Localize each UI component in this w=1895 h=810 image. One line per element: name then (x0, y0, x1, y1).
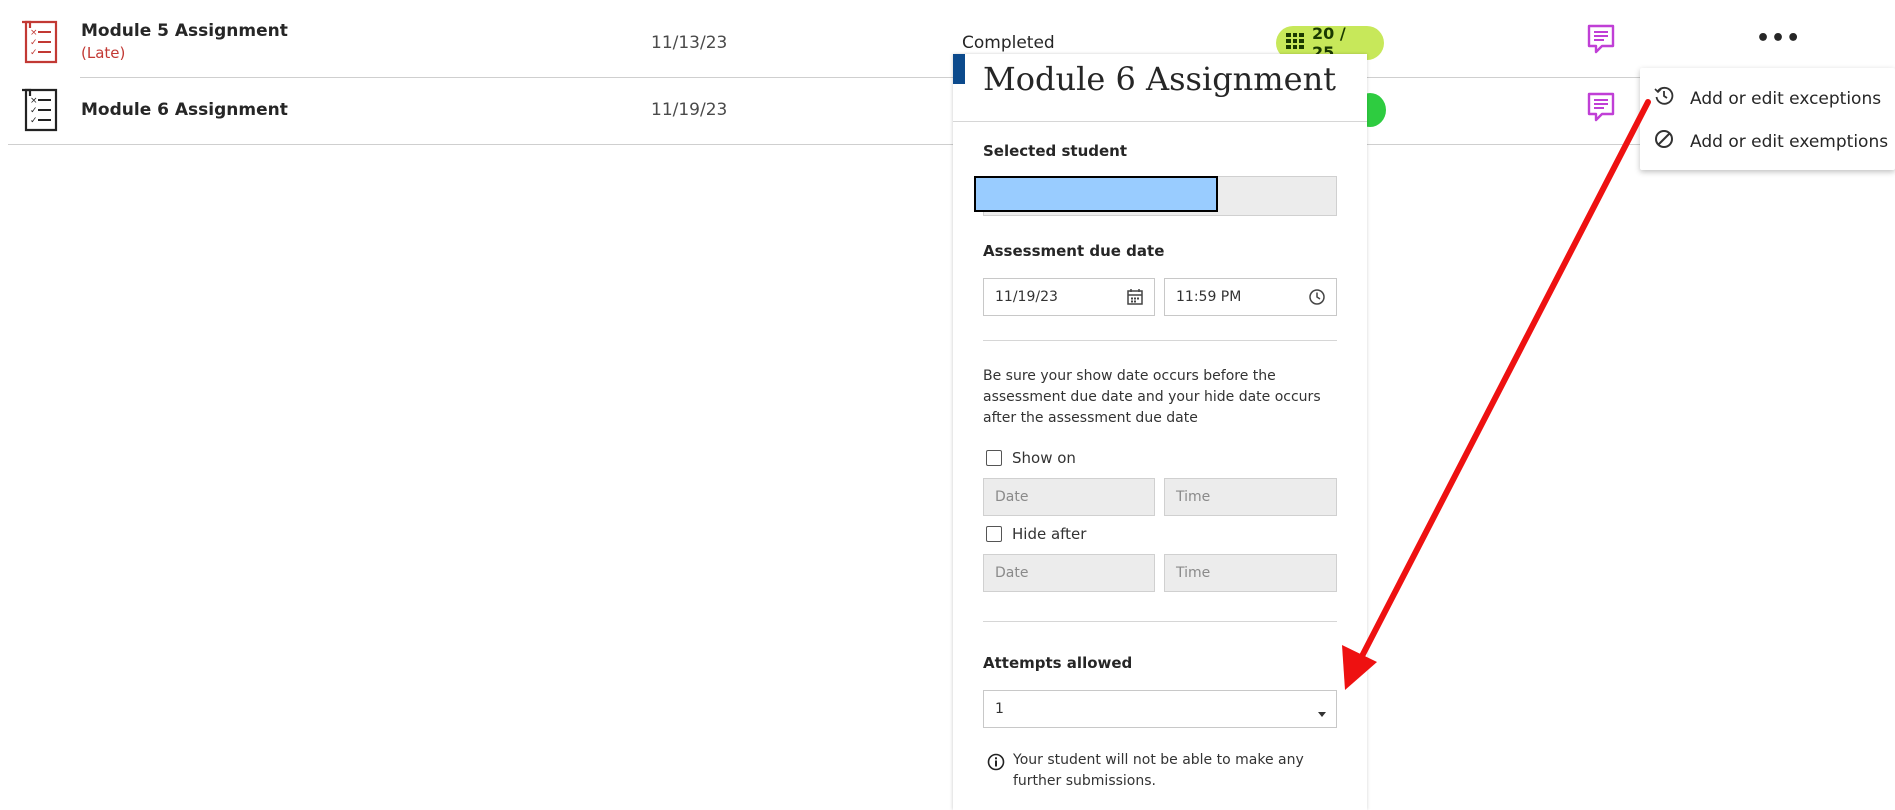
history-icon (1654, 86, 1674, 111)
show-on-date-placeholder: Date (995, 489, 1029, 505)
svg-text:✓: ✓ (30, 48, 38, 58)
menu-item-add-edit-exemptions[interactable]: Add or edit exemptions (1654, 129, 1888, 154)
hide-after-date-input: Date (983, 554, 1155, 592)
show-on-checkbox[interactable] (986, 450, 1002, 466)
info-icon (987, 753, 1005, 776)
due-date-label: Assessment due date (983, 242, 1165, 260)
show-on-date-input: Date (983, 478, 1155, 516)
due-time-input[interactable]: 11:59 PM (1164, 278, 1337, 316)
hide-after-checkbox[interactable] (986, 526, 1002, 542)
attempts-allowed-value: 1 (995, 701, 1004, 717)
module-5-status: Completed (962, 33, 1055, 53)
svg-text:×: × (30, 28, 38, 38)
due-date-value: 11/19/23 (995, 289, 1058, 305)
hide-after-time-placeholder: Time (1176, 565, 1211, 581)
row-divider (8, 144, 1895, 145)
late-label: (Late) (81, 44, 126, 62)
hide-after-date-placeholder: Date (995, 565, 1029, 581)
section-divider (983, 621, 1337, 622)
module-5-due-date: 11/13/23 (651, 33, 728, 53)
more-options-menu: Add or edit exceptions Add or edit exemp… (1640, 68, 1895, 170)
hide-after-time-input: Time (1164, 554, 1337, 592)
more-options-icon[interactable]: ••• (1756, 26, 1801, 51)
exception-panel: Module 6 Assignment Selected student Ass… (953, 54, 1367, 810)
svg-text:✓: ✓ (30, 38, 38, 48)
panel-title: Module 6 Assignment (983, 60, 1337, 98)
svg-text:×: × (30, 96, 38, 106)
visibility-help-text: Be sure your show date occurs before the… (983, 368, 1321, 426)
prohibited-icon (1654, 129, 1674, 154)
assignment-late-icon: × ✓ ✓ (20, 18, 60, 66)
hide-after-label: Hide after (1012, 525, 1087, 543)
section-divider (983, 340, 1337, 341)
clock-icon[interactable] (1308, 288, 1326, 310)
redacted-student-name (974, 176, 1218, 212)
show-on-label: Show on (1012, 449, 1076, 467)
attempts-allowed-select[interactable]: 1 (983, 690, 1337, 728)
module-6-due-date: 11/19/23 (651, 100, 728, 120)
menu-item-label: Add or edit exemptions (1690, 131, 1889, 152)
menu-item-add-edit-exceptions[interactable]: Add or edit exceptions (1654, 86, 1881, 111)
menu-item-label: Add or edit exceptions (1690, 88, 1882, 109)
feedback-icon[interactable] (1587, 24, 1615, 54)
selected-student-label: Selected student (983, 142, 1128, 160)
show-on-time-input: Time (1164, 478, 1337, 516)
calendar-icon[interactable] (1126, 288, 1144, 310)
caret-down-icon (1318, 706, 1326, 722)
due-date-input[interactable]: 11/19/23 (983, 278, 1155, 316)
feedback-icon[interactable] (1587, 92, 1615, 122)
svg-text:✓: ✓ (30, 116, 38, 126)
attempts-allowed-label: Attempts allowed (983, 654, 1133, 672)
due-time-value: 11:59 PM (1176, 289, 1242, 305)
assignment-icon: × ✓ ✓ (20, 86, 60, 134)
show-on-time-placeholder: Time (1176, 489, 1211, 505)
panel-edge-tab (953, 54, 965, 84)
grade-grid-icon (1286, 33, 1304, 53)
attempts-info-text: Your student will not be able to make an… (1013, 752, 1304, 789)
module-6-title[interactable]: Module 6 Assignment (81, 100, 288, 120)
svg-text:✓: ✓ (30, 106, 38, 116)
module-5-title[interactable]: Module 5 Assignment (81, 21, 288, 41)
panel-header-divider (953, 121, 1367, 122)
